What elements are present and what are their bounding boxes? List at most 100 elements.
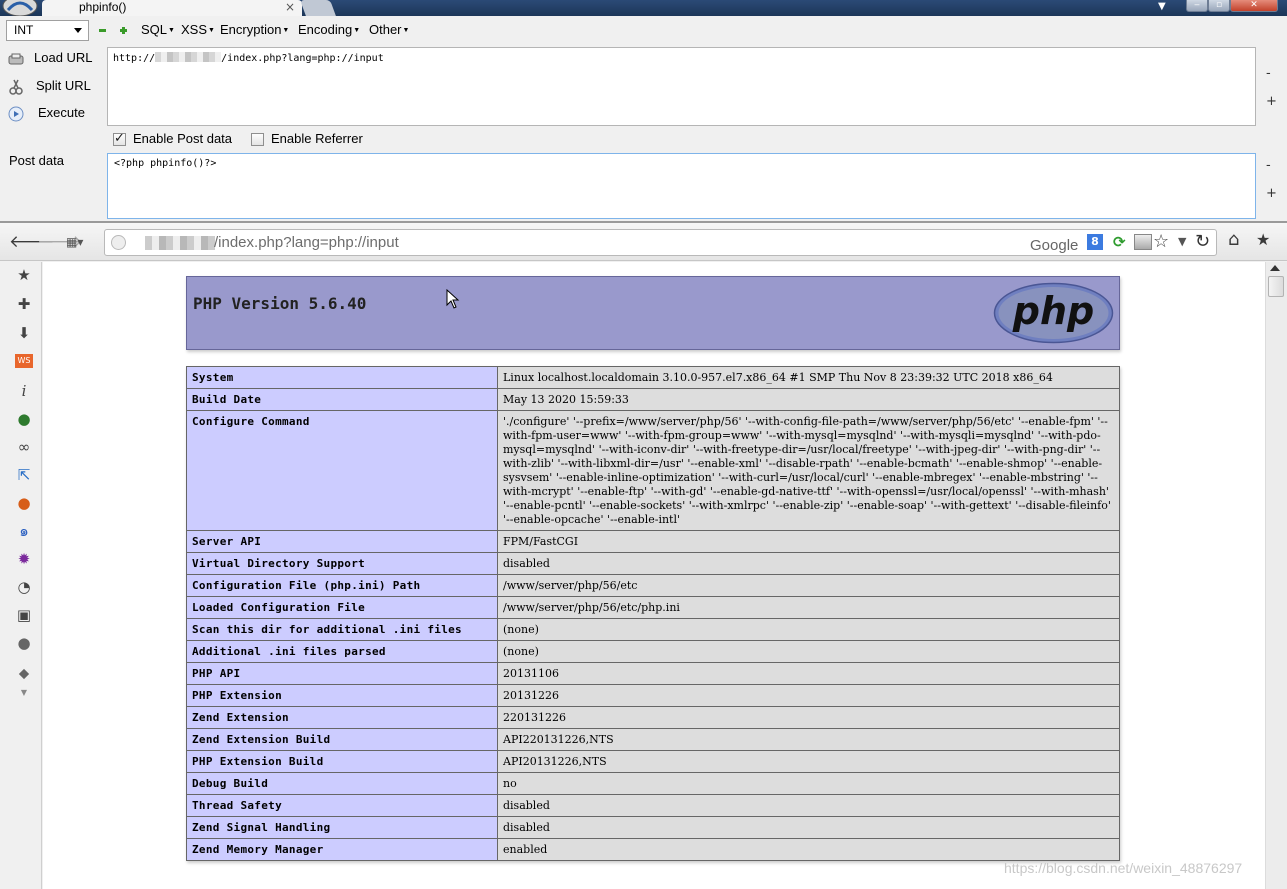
int-select[interactable]: INT [6, 20, 89, 41]
minus-icon[interactable] [98, 26, 107, 35]
palette-icon[interactable]: ◔ [15, 578, 33, 596]
new-tab-button[interactable] [300, 0, 336, 16]
warning-ball-icon[interactable]: ● [15, 494, 33, 512]
php-version-title: PHP Version 5.6.40 [193, 294, 367, 313]
maximize-button[interactable]: ▫ [1208, 0, 1230, 12]
row-value: (none) [497, 618, 1120, 641]
scissors-icon [9, 79, 23, 95]
table-row: PHP API 20131106 [186, 662, 1120, 685]
table-row: Zend Extension 220131226 [186, 706, 1120, 729]
tab-close-icon[interactable]: × [285, 0, 295, 14]
close-window-button[interactable]: ✕ [1230, 0, 1278, 12]
mouse-cursor-icon [446, 289, 460, 309]
menu-encoding-label: Encoding [298, 22, 353, 37]
row-value: API20131226,NTS [497, 750, 1120, 773]
star-outline-icon[interactable]: ☆ [1153, 231, 1169, 252]
url-textarea[interactable]: http:// /index.php?lang=php://input [107, 47, 1256, 126]
vertical-scrollbar[interactable] [1265, 262, 1287, 889]
plus-icon[interactable] [119, 26, 128, 35]
chevron-down-icon [74, 28, 82, 33]
menu-xss[interactable]: XSS▼ [181, 22, 215, 39]
scrollbar-thumb[interactable] [1268, 276, 1284, 297]
url-shrink-icon[interactable]: - [1266, 67, 1271, 80]
table-row: Scan this dir for additional .ini files(… [186, 618, 1120, 641]
info-icon[interactable]: i [15, 382, 33, 400]
row-value: Linux localhost.localdomain 3.10.0-957.e… [497, 366, 1120, 389]
enable-post-label[interactable]: Enable Post data [133, 131, 232, 147]
globe-grey-icon[interactable]: ● [15, 634, 33, 652]
layout-icon[interactable]: ▣ [15, 606, 33, 624]
enable-referrer-checkbox[interactable] [251, 133, 264, 146]
cursor-select-icon[interactable]: ⇱ [15, 466, 33, 484]
menu-sql[interactable]: SQL▼ [141, 22, 175, 39]
globe-icon [111, 235, 126, 250]
execute-button[interactable]: Execute [8, 104, 98, 124]
menu-encryption[interactable]: Encryption▼ [220, 22, 289, 39]
php-logo-text: php [1012, 289, 1094, 333]
tab-list-dropdown-icon[interactable]: ▼ [1158, 0, 1166, 14]
scroll-up-arrow-icon[interactable] [1270, 265, 1280, 271]
green-refresh-icon[interactable]: ⟳ [1113, 233, 1126, 251]
home-icon[interactable]: ⌂ [1228, 231, 1239, 249]
row-value: 20131106 [497, 662, 1120, 685]
puzzle-icon[interactable]: ✚ [15, 295, 33, 313]
row-key: Loaded Configuration File [186, 596, 498, 619]
grid-menu-icon[interactable]: ▦▾ [66, 233, 83, 251]
row-value: disabled [497, 552, 1120, 575]
reload-icon[interactable]: ↻ [1195, 231, 1210, 252]
row-key: Zend Extension Build [186, 728, 498, 751]
bookmark-star-icon[interactable]: ★ [1256, 231, 1270, 249]
left-toolbar: ★ ✚ ⬇ WS i ● ∞ ⇱ ● ๑ ✹ ◔ ▣ ● ⬥ ▼ [0, 262, 42, 889]
download-icon[interactable]: ⬇ [15, 324, 33, 342]
load-url-icon [8, 53, 24, 65]
php-logo-icon: php [993, 282, 1114, 344]
star-icon[interactable]: ★ [15, 266, 33, 284]
ws-icon[interactable]: WS [15, 354, 33, 368]
row-value: (none) [497, 640, 1120, 663]
load-url-button[interactable]: Load URL [8, 49, 98, 69]
table-row: Virtual Directory Support disabled [186, 552, 1120, 575]
play-icon [8, 106, 24, 122]
load-url-label: Load URL [34, 50, 93, 65]
post-data-textarea[interactable]: <?php phpinfo()?> [107, 153, 1256, 219]
address-bar[interactable]: /index.php?lang=php://input Google 8 ⟳ ☆… [104, 229, 1217, 256]
row-key: Debug Build [186, 772, 498, 795]
address-text: /index.php?lang=php://input [214, 234, 399, 251]
post-expand-icon[interactable]: + [1266, 187, 1277, 200]
menu-sql-label: SQL [141, 22, 168, 37]
minimize-button[interactable]: ‒ [1186, 0, 1208, 12]
menu-encoding[interactable]: Encoding▼ [298, 22, 360, 39]
table-row: Loaded Configuration File/www/server/php… [186, 596, 1120, 619]
table-row: System Linux localhost.localdomain 3.10.0… [186, 366, 1120, 389]
menu-other[interactable]: Other▼ [369, 22, 409, 39]
split-url-button[interactable]: Split URL [8, 77, 98, 97]
server-icon[interactable] [1134, 234, 1152, 250]
tab-title: phpinfo() [79, 0, 127, 14]
tab-phpinfo[interactable]: phpinfo() × [42, 0, 302, 16]
row-value: disabled [497, 816, 1120, 839]
row-key: PHP API [186, 662, 498, 685]
search-badge-icon[interactable]: 8 [1087, 234, 1103, 250]
menu-encryption-label: Encryption [220, 22, 282, 37]
swirl-icon[interactable]: ๑ [15, 522, 33, 540]
post-shrink-icon[interactable]: - [1266, 159, 1271, 172]
firefox-logo-icon[interactable] [0, 0, 40, 16]
row-key: Zend Extension [186, 706, 498, 729]
row-key: Zend Signal Handling [186, 816, 498, 839]
table-row: PHP Extension 20131226 [186, 684, 1120, 707]
row-value: './configure' '--prefix=/www/server/php/… [497, 410, 1120, 531]
php-info-table: System Linux localhost.localdomain 3.10.0… [186, 366, 1120, 861]
tag-icon[interactable]: ⬥ [15, 664, 33, 682]
more-chevron-icon[interactable]: ▼ [15, 684, 33, 702]
url-expand-icon[interactable]: + [1266, 95, 1277, 108]
table-row: Zend Signal Handling disabled [186, 816, 1120, 839]
enable-post-checkbox[interactable] [113, 131, 126, 146]
redacted-host [145, 236, 215, 250]
enable-referrer-label[interactable]: Enable Referrer [271, 131, 363, 147]
infinity-icon[interactable]: ∞ [15, 438, 33, 456]
sun-icon[interactable]: ✹ [15, 550, 33, 568]
table-row: PHP Extension Build API20131226,NTS [186, 750, 1120, 773]
green-ball-icon[interactable]: ● [15, 410, 33, 428]
table-row: Thread Safety disabled [186, 794, 1120, 817]
chevron-down-icon[interactable]: ▼ [1178, 235, 1186, 248]
